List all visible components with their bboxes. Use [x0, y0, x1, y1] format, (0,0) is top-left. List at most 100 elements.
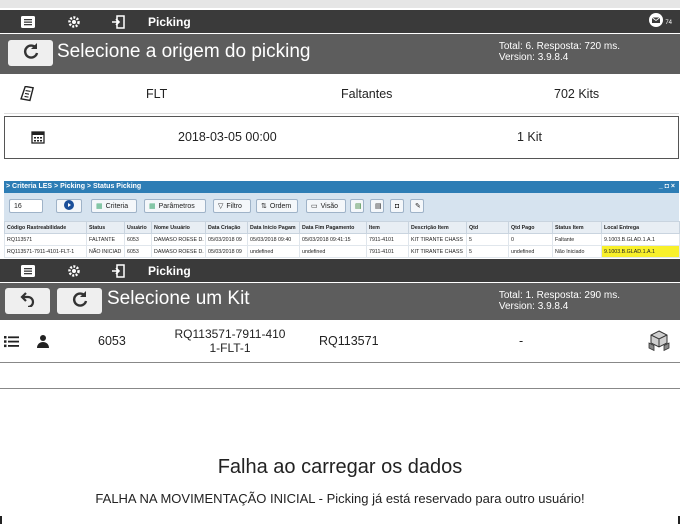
table-cell: undefined	[508, 245, 553, 258]
table-cell: DAMASO ROESE D.	[151, 233, 206, 246]
error-title: Falha ao carregar os dados	[217, 456, 463, 478]
view-icon: ▭	[311, 203, 318, 210]
list-icon[interactable]	[4, 335, 19, 353]
table-cell: 05/03/2018 09:41:15	[299, 233, 367, 246]
table-header-row: Código Rastreabilidade Status Usuário No…	[4, 221, 680, 234]
column-header[interactable]: Qtd	[466, 221, 509, 234]
column-header[interactable]: Status Item	[552, 221, 602, 234]
sort-icon: ⇅	[261, 203, 267, 210]
menu-icon[interactable]	[10, 259, 46, 282]
play-button[interactable]	[56, 199, 82, 213]
table-cell: 9.1003.B.GLAD.1.A.1	[601, 233, 680, 246]
grid-icon: ▦	[149, 203, 156, 210]
print-icon: ▤	[375, 203, 382, 210]
print-button[interactable]: ▤	[370, 199, 384, 213]
user-icon	[36, 334, 50, 353]
list-item[interactable]: 2018-03-05 00:00 1 Kit	[4, 116, 679, 159]
menu-icon[interactable]	[10, 10, 46, 33]
response-total: Total: 6. Resposta: 720 ms.	[498, 41, 620, 52]
request-code: RQ113571	[319, 334, 379, 348]
back-button[interactable]	[5, 288, 50, 314]
page-size-stepper[interactable]: 16	[9, 199, 43, 213]
top-strip	[0, 0, 680, 8]
user-id: 6053	[98, 334, 126, 348]
settings-icon[interactable]	[56, 259, 92, 282]
picking-table: Código Rastreabilidade Status Usuário No…	[4, 221, 680, 258]
table-cell: Faltante	[552, 233, 602, 246]
column-header[interactable]: Qtd Pago	[508, 221, 553, 234]
kit-code-line1: RQ113571-7911-410	[174, 327, 286, 341]
table-cell: 7911-4101	[366, 245, 409, 258]
table-cell: DAMASO ROESE D.	[151, 245, 206, 258]
kit-code-line2: 1-FLT-1	[209, 341, 251, 355]
filter-button[interactable]: ▽ Filtro	[213, 199, 251, 213]
table-cell: NÃO INICIAD	[86, 245, 125, 258]
logout-icon[interactable]	[100, 10, 136, 33]
boxes-icon[interactable]	[647, 329, 671, 358]
table-cell: 6053	[124, 245, 152, 258]
column-header[interactable]: Data Início Pagam	[247, 221, 300, 234]
table-row[interactable]: RQ113571-7911-4101-FLT-1 NÃO INICIAD 605…	[4, 245, 680, 258]
refresh-button[interactable]	[57, 288, 102, 314]
filter-icon: ▽	[218, 203, 224, 210]
column-header[interactable]: Data Fim Pagamento	[299, 221, 367, 234]
mail-icon[interactable]	[649, 13, 664, 32]
list-item[interactable]: FLT Faltantes 702 Kits	[4, 76, 679, 114]
page-size-value: 16	[14, 202, 22, 210]
page-header: Selecione a origem do picking Total: 6. …	[0, 34, 680, 74]
page-header: Selecione um Kit Total: 1. Resposta: 290…	[0, 283, 680, 320]
table-cell: 7911-4101	[366, 233, 409, 246]
column-header[interactable]: Nome Usuário	[151, 221, 206, 234]
table-cell: 5	[466, 233, 509, 246]
filter-label: Filtro	[226, 202, 242, 210]
refresh-icon	[22, 42, 40, 65]
play-icon	[64, 200, 74, 212]
divider	[0, 388, 680, 389]
table-cell: undefined	[247, 245, 300, 258]
order-label: Ordem	[269, 202, 292, 210]
column-header[interactable]: Item	[366, 221, 409, 234]
edit-button[interactable]: ✎	[410, 199, 424, 213]
view-button[interactable]: ▭ Visão	[306, 199, 346, 213]
error-message: FALHA NA MOVIMENTAÇÃO INICIAL - Picking …	[95, 491, 585, 506]
table-cell: 05/03/2018 09	[205, 233, 248, 246]
table-cell: 05/03/2018 09	[205, 245, 248, 258]
view-label: Visão	[320, 202, 339, 210]
page-title: Selecione um Kit	[107, 288, 250, 309]
settings-button[interactable]: ◘	[390, 199, 404, 213]
table-cell: 0	[508, 233, 553, 246]
app-title: Picking	[148, 263, 191, 278]
kit-count: 1 Kit	[517, 130, 543, 144]
refresh-button[interactable]	[8, 40, 53, 66]
table-row[interactable]: RQ113571 FALTANTE 6053 DAMASO ROESE D. 0…	[4, 233, 680, 246]
version-label: Version: 3.9.8.4	[498, 301, 569, 312]
refresh-icon	[71, 290, 89, 313]
settings-icon[interactable]	[56, 10, 92, 33]
notifications[interactable]: 74	[649, 13, 672, 32]
column-header[interactable]: Status	[86, 221, 125, 234]
column-header[interactable]: Descrição Item	[408, 221, 467, 234]
params-button[interactable]: ▦ Parâmetros	[144, 199, 206, 213]
column-header[interactable]: Local Entrega	[601, 221, 680, 234]
criteria-button[interactable]: ▦ Criteria	[91, 199, 137, 213]
kit-code: RQ113571-7911-410 1-FLT-1	[170, 327, 290, 355]
table-cell: 9.1003.B.GLAD.1.A.1	[601, 245, 680, 258]
table-cell: Não Iniciado	[552, 245, 602, 258]
column-header[interactable]: Data Criação	[205, 221, 248, 234]
date-value: 2018-03-05 00:00	[178, 130, 277, 144]
window-controls[interactable]: _ ◘ ×	[659, 183, 675, 190]
column-header[interactable]: Usuário	[124, 221, 152, 234]
undo-icon	[19, 291, 36, 312]
criteria-label: Criteria	[105, 202, 129, 210]
column-header[interactable]: Código Rastreabilidade	[4, 221, 87, 234]
origin-code: FLT	[146, 87, 168, 101]
criteria-toolbar: 16 ▦ Criteria ▦ Parâmetros ▽ Filtro ⇅ Ordem …	[4, 193, 679, 222]
order-button[interactable]: ⇅ Ordem	[256, 199, 298, 213]
app-bar: Picking	[0, 259, 680, 282]
params-label: Parâmetros	[158, 202, 195, 210]
list-item[interactable]: 6053 RQ113571-7911-410 1-FLT-1 RQ113571 …	[0, 321, 680, 363]
export-button[interactable]: ▤	[350, 199, 364, 213]
logout-icon[interactable]	[100, 259, 136, 282]
placeholder-dash: -	[519, 334, 524, 348]
kit-count: 702 Kits	[554, 87, 600, 101]
